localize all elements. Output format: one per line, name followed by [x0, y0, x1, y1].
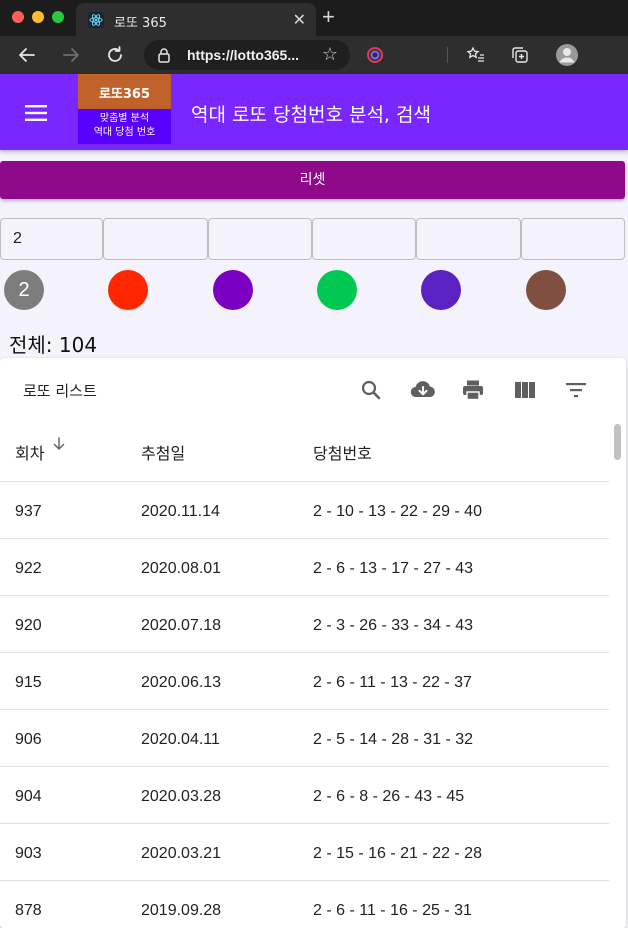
- cell-round: 920: [15, 617, 42, 634]
- page-title: 역대 로또 당첨번호 분석, 검색: [191, 104, 431, 126]
- reset-button[interactable]: 리셋: [0, 161, 625, 199]
- cell-numbers: 2 - 6 - 8 - 26 - 43 - 45: [313, 788, 465, 805]
- forward-arrow-icon[interactable]: [60, 44, 82, 66]
- scrollbar-thumb[interactable]: [614, 424, 621, 460]
- new-tab-icon[interactable]: +: [322, 6, 335, 28]
- cell-round: 903: [15, 845, 42, 862]
- cell-numbers: 2 - 6 - 13 - 17 - 27 - 43: [313, 560, 474, 577]
- total-count: 전체: 104: [9, 333, 98, 357]
- lotto-table-card: 로또 리스트 회차 추첨일 당첨번호 937 2020.11.14 2 - 10 -…: [0, 358, 626, 928]
- profile-avatar-icon[interactable]: [555, 43, 579, 67]
- print-icon[interactable]: [461, 378, 485, 402]
- cell-numbers: 2 - 6 - 11 - 16 - 25 - 31: [313, 902, 472, 919]
- number-ball-6: [526, 270, 566, 310]
- cell-round: 922: [15, 560, 42, 577]
- table-title: 로또 리스트: [23, 382, 97, 400]
- cell-date: 2020.07.18: [141, 617, 222, 634]
- window-maximize-icon[interactable]: [52, 11, 64, 23]
- column-header-round[interactable]: 회차: [15, 440, 44, 464]
- extension-icon[interactable]: [365, 45, 385, 65]
- sort-arrow-down-icon[interactable]: [52, 436, 66, 452]
- cell-date: 2020.03.28: [141, 788, 222, 805]
- logo-subtitle-line1: 맞춤별 분석: [99, 113, 150, 124]
- number-input-5[interactable]: [416, 218, 521, 260]
- cell-round: 878: [15, 902, 42, 919]
- tab-title: 로또 365: [114, 16, 167, 31]
- toolbar-divider: [447, 47, 448, 63]
- logo-subtitle: 맞춤별 분석 역대 당첨 번호: [78, 109, 171, 144]
- lock-icon: [158, 48, 170, 63]
- table-row[interactable]: 906 2020.04.11 2 - 5 - 14 - 28 - 31 - 32: [0, 709, 609, 766]
- filter-list-icon[interactable]: [564, 378, 588, 402]
- table-row[interactable]: 878 2019.09.28 2 - 6 - 11 - 16 - 25 - 31: [0, 880, 609, 928]
- cell-numbers: 2 - 3 - 26 - 33 - 34 - 43: [313, 617, 474, 634]
- hamburger-menu-icon[interactable]: [25, 105, 47, 121]
- app-header: 로또365 맞춤별 분석 역대 당첨 번호 역대 로또 당첨번호 분석, 검색: [0, 74, 628, 150]
- cell-date: 2020.04.11: [141, 731, 220, 748]
- table-row[interactable]: 922 2020.08.01 2 - 6 - 13 - 17 - 27 - 43: [0, 538, 609, 595]
- scrollbar-track[interactable]: [610, 420, 626, 928]
- cell-date: 2020.03.21: [141, 845, 222, 862]
- window-close-icon[interactable]: [12, 11, 24, 23]
- table-row[interactable]: 903 2020.03.21 2 - 15 - 16 - 21 - 22 - 28: [0, 823, 609, 880]
- back-arrow-icon[interactable]: [16, 44, 38, 66]
- site-logo[interactable]: 로또365 맞춤별 분석 역대 당첨 번호: [78, 74, 171, 144]
- logo-title: 로또365: [78, 74, 171, 109]
- number-input-1[interactable]: [0, 218, 103, 260]
- url-text: https://lotto365...: [187, 47, 299, 63]
- column-header-date[interactable]: 추첨일: [141, 440, 185, 464]
- cell-round: 906: [15, 731, 42, 748]
- table-row[interactable]: 937 2020.11.14 2 - 10 - 13 - 22 - 29 - 40: [0, 481, 609, 538]
- number-input-3[interactable]: [208, 218, 312, 260]
- number-ball-3: [213, 270, 253, 310]
- cell-date: 2020.11.14: [141, 503, 220, 520]
- browser-tab-bar: 로또 365 ✕ +: [0, 0, 628, 36]
- browser-toolbar: https://lotto365... ☆: [0, 36, 628, 74]
- number-ball-4: [317, 270, 357, 310]
- cell-round: 915: [15, 674, 42, 691]
- column-header-numbers[interactable]: 당첨번호: [313, 440, 372, 464]
- reload-icon[interactable]: [104, 44, 126, 66]
- window-minimize-icon[interactable]: [32, 11, 44, 23]
- number-input-6[interactable]: [521, 218, 625, 260]
- table-row[interactable]: 915 2020.06.13 2 - 6 - 11 - 13 - 22 - 37: [0, 652, 609, 709]
- cloud-download-icon[interactable]: [409, 378, 437, 402]
- favorites-icon[interactable]: [466, 45, 486, 65]
- cell-round: 937: [15, 503, 42, 520]
- cell-date: 2019.09.28: [141, 902, 222, 919]
- cell-numbers: 2 - 10 - 13 - 22 - 29 - 40: [313, 503, 482, 520]
- cell-numbers: 2 - 6 - 11 - 13 - 22 - 37: [313, 674, 472, 691]
- cell-numbers: 2 - 15 - 16 - 21 - 22 - 28: [313, 845, 482, 862]
- search-icon[interactable]: [359, 378, 383, 402]
- logo-subtitle-line2: 역대 당첨 번호: [93, 127, 156, 138]
- collections-icon[interactable]: [510, 45, 530, 65]
- cell-date: 2020.08.01: [141, 560, 222, 577]
- browser-tab[interactable]: 로또 365 ✕: [76, 3, 316, 36]
- number-ball-5: [421, 270, 461, 310]
- cell-date: 2020.06.13: [141, 674, 222, 691]
- cell-numbers: 2 - 5 - 14 - 28 - 31 - 32: [313, 731, 474, 748]
- table-row[interactable]: 904 2020.03.28 2 - 6 - 8 - 26 - 43 - 45: [0, 766, 609, 823]
- favorite-star-icon[interactable]: ☆: [322, 44, 338, 65]
- table-row[interactable]: 920 2020.07.18 2 - 3 - 26 - 33 - 34 - 43: [0, 595, 609, 652]
- cell-round: 904: [15, 788, 42, 805]
- number-ball-1: 2: [4, 270, 44, 310]
- tab-close-icon[interactable]: ✕: [293, 10, 306, 30]
- address-bar[interactable]: https://lotto365... ☆: [144, 40, 350, 70]
- view-columns-icon[interactable]: [513, 378, 537, 402]
- number-input-4[interactable]: [312, 218, 416, 260]
- number-ball-2: [108, 270, 148, 310]
- react-favicon-icon: [88, 12, 104, 28]
- number-input-2[interactable]: [103, 218, 208, 260]
